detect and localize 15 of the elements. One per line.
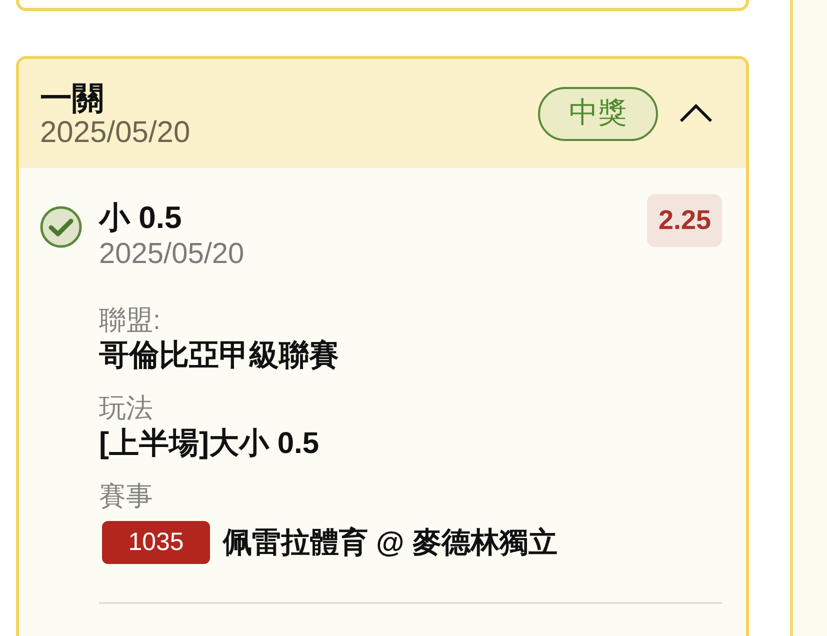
bet-type-title: 一關 [40, 80, 104, 114]
selection-date: 2025/05/20 [99, 237, 244, 272]
match-number-badge: 1035 [102, 521, 210, 564]
selection-title: 小 0.5 [99, 200, 182, 236]
detail-value: 哥倫比亞甲級聯賽 [99, 338, 339, 374]
card-header[interactable]: 一關 2025/05/20 中獎 [19, 59, 746, 168]
detail-value: [上半場]大小 0.5 [99, 426, 320, 462]
chevron-up-icon [679, 104, 713, 123]
bet-date: 2025/05/20 [40, 114, 190, 150]
odds-badge: 2.25 [647, 194, 722, 247]
match-name: 佩雷拉體育 @ 麥德林獨立 [223, 525, 558, 560]
detail-label: 賽事 [99, 480, 153, 513]
status-badge: 中獎 [538, 86, 658, 140]
detail-label: 聯盟: [99, 304, 161, 337]
detail-label: 玩法 [99, 392, 153, 425]
